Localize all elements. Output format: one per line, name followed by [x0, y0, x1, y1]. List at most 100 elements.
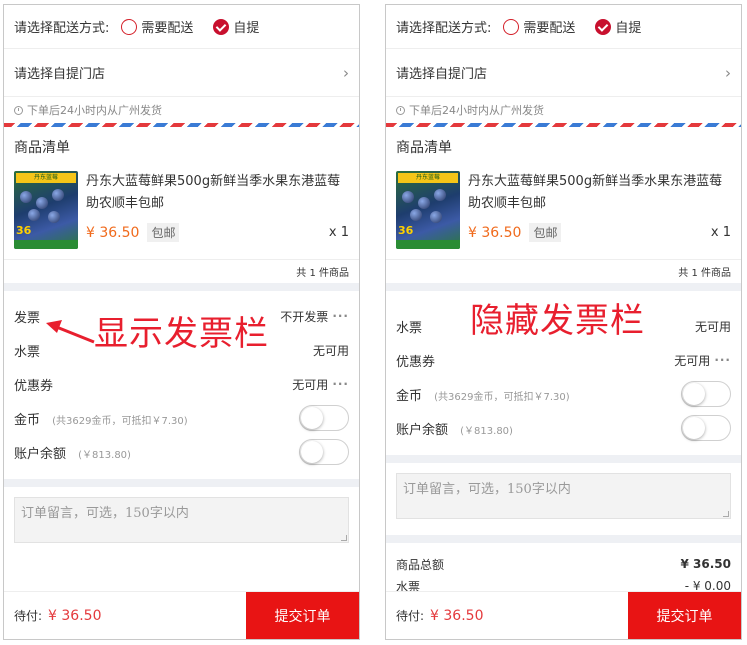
select-store-row[interactable]: 请选择自提门店 › — [386, 49, 741, 97]
thumbnail-price: 36 — [16, 224, 32, 237]
radio-checked-icon — [595, 18, 612, 35]
coins-sub: (共3629金币，可抵扣￥7.30) — [52, 415, 188, 427]
product-quantity: x 1 — [328, 225, 349, 240]
berry-shape — [410, 209, 422, 221]
product-name: 丹东大蓝莓鲜果500g新鲜当季水果东港蓝莓助农顺丰包邮 — [86, 174, 341, 211]
order-note-input[interactable]: 订单留言，可选，150字以内 — [14, 497, 349, 543]
delivery-label: 请选择配送方式: — [14, 21, 110, 36]
select-store-row[interactable]: 请选择自提门店 › — [4, 49, 359, 97]
goods-count-text: 共 1 件商品 — [678, 268, 731, 279]
annotation-show-invoice: 显示发票栏 — [94, 314, 269, 354]
thumbnail-strip — [14, 240, 78, 249]
radio-need-delivery[interactable]: 需要配送 — [503, 17, 575, 36]
product-item[interactable]: 丹东蓝莓 36 丹东大蓝莓鲜果500g新鲜当季水果东港蓝莓助农顺丰包邮 ¥ 36… — [386, 167, 741, 259]
shipping-notice: 下单后24小时内从广州发货 — [386, 97, 741, 123]
submit-order-button[interactable]: 提交订单 — [628, 591, 741, 639]
pay-amount-value: ¥ 36.50 — [48, 608, 102, 624]
product-item[interactable]: 丹东蓝莓 36 丹东大蓝莓鲜果500g新鲜当季水果东港蓝莓助农顺丰包邮 ¥ 36… — [4, 167, 359, 259]
coins-label: 金币 — [396, 388, 423, 404]
section-gap — [386, 455, 741, 463]
water-ticket-label: 水票 — [14, 344, 41, 360]
invoice-value: 不开发票 ··· — [280, 308, 349, 325]
water-ticket-value: 无可用 — [312, 343, 349, 358]
invoice-value-text: 不开发票 — [280, 309, 329, 324]
coupon-row[interactable]: 优惠券 无可用 ··· — [4, 367, 359, 401]
berry-shape — [418, 197, 430, 209]
chevron-right-icon: › — [343, 63, 349, 82]
radio-circle-icon — [121, 18, 138, 35]
balance-row: 账户余额 (￥813.80) — [4, 435, 359, 469]
product-thumbnail: 丹东蓝莓 36 — [396, 171, 460, 249]
invoice-label: 发票 — [14, 310, 41, 326]
total-row: 商品总额 ¥ 36.50 — [396, 553, 731, 575]
delivery-method-row: 请选择配送方式: 需要配送 自提 — [4, 5, 359, 49]
balance-label: 账户余额 — [396, 422, 449, 438]
section-gap — [4, 283, 359, 291]
goods-title: 商品清单 — [386, 127, 741, 167]
balance-toggle[interactable] — [681, 415, 731, 441]
radio-checked-icon — [213, 18, 230, 35]
pay-label: 待付: — [396, 609, 425, 623]
section-gap — [4, 479, 359, 487]
coins-toggle[interactable] — [681, 381, 731, 407]
radio-self-pickup[interactable]: 自提 — [213, 17, 259, 36]
coupon-row[interactable]: 优惠券 无可用 ··· — [386, 343, 741, 377]
total-label: 商品总额 — [396, 557, 445, 572]
pay-amount-value: ¥ 36.50 — [430, 608, 484, 624]
balance-row: 账户余额 (￥813.80) — [386, 411, 741, 445]
product-price: ¥ 36.50 — [86, 224, 140, 241]
coins-label: 金币 — [14, 412, 41, 428]
coins-label-group: 金币 (共3629金币，可抵扣￥7.30) — [396, 385, 570, 404]
order-note-input[interactable]: 订单留言，可选，150字以内 — [396, 473, 731, 519]
berry-shape — [28, 209, 40, 221]
berry-shape — [430, 211, 442, 223]
thumbnail-tag: 丹东蓝莓 — [16, 173, 76, 183]
coins-label-group: 金币 (共3629金币，可抵扣￥7.30) — [14, 409, 188, 428]
balance-label: 账户余额 — [14, 446, 67, 462]
delivery-label: 请选择配送方式: — [396, 21, 492, 36]
coins-row: 金币 (共3629金币，可抵扣￥7.30) — [386, 377, 741, 411]
product-price: ¥ 36.50 — [468, 224, 522, 241]
pay-amount: 待付: ¥ 36.50 — [4, 607, 101, 624]
water-ticket-label: 水票 — [396, 320, 423, 336]
thumbnail-tag: 丹东蓝莓 — [398, 173, 458, 183]
free-shipping-badge: 包邮 — [147, 223, 180, 242]
product-quantity: x 1 — [710, 225, 731, 240]
berry-shape — [402, 191, 414, 203]
shipping-notice-text: 下单后24小时内从广州发货 — [409, 104, 544, 117]
product-info: 丹东大蓝莓鲜果500g新鲜当季水果东港蓝莓助农顺丰包邮 ¥ 36.50 包邮 x… — [468, 171, 731, 251]
radio-label: 需要配送 — [141, 21, 194, 36]
goods-title-text: 商品清单 — [396, 140, 452, 156]
balance-label-group: 账户余额 (￥813.80) — [14, 443, 131, 462]
chevron-right-icon: › — [725, 63, 731, 82]
radio-label: 需要配送 — [523, 21, 576, 36]
radio-label: 自提 — [233, 21, 260, 36]
coupon-value: 无可用 ··· — [674, 352, 731, 369]
checkout-footer: 待付: ¥ 36.50 提交订单 — [4, 591, 359, 639]
radio-self-pickup[interactable]: 自提 — [595, 17, 641, 36]
berry-shape — [36, 197, 48, 209]
coins-toggle[interactable] — [299, 405, 349, 431]
goods-count-text: 共 1 件商品 — [296, 268, 349, 279]
submit-order-button[interactable]: 提交订单 — [246, 591, 359, 639]
pay-amount: 待付: ¥ 36.50 — [386, 607, 483, 624]
more-dots-icon: ··· — [714, 353, 731, 367]
annotation-hide-invoice: 隐藏发票栏 — [470, 301, 645, 341]
more-dots-icon: ··· — [332, 309, 349, 323]
balance-toggle[interactable] — [299, 439, 349, 465]
coupon-value: 无可用 ··· — [292, 376, 349, 393]
section-gap — [386, 535, 741, 543]
radio-need-delivery[interactable]: 需要配送 — [121, 17, 193, 36]
section-gap — [386, 283, 741, 291]
water-ticket-value: 无可用 — [694, 319, 731, 334]
coins-row: 金币 (共3629金币，可抵扣￥7.30) — [4, 401, 359, 435]
radio-label: 自提 — [615, 21, 642, 36]
goods-title: 商品清单 — [4, 127, 359, 167]
product-bottom: ¥ 36.50 包邮 x 1 — [86, 223, 349, 242]
more-dots-icon: ··· — [332, 377, 349, 391]
balance-sub: (￥813.80) — [78, 449, 131, 461]
